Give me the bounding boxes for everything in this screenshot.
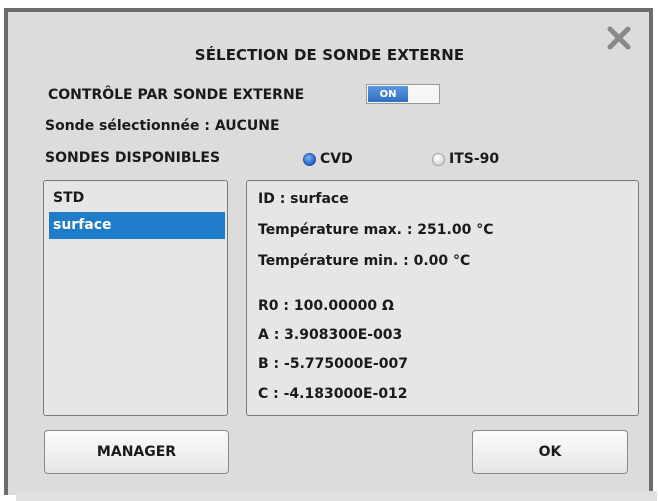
available-probes-label: SONDES DISPONIBLES	[45, 150, 221, 166]
probe-list[interactable]: STD surface	[43, 180, 228, 416]
radio-its90-label: ITS-90	[449, 151, 500, 167]
toggle-on-label: ON	[368, 86, 408, 102]
radio-unselected-icon	[432, 152, 445, 166]
dialog-title: SÉLECTION DE SONDE EXTERNE	[194, 46, 465, 64]
list-item-selected[interactable]: surface	[49, 212, 225, 239]
detail-coef-c: C : -4.183000E-012	[258, 386, 408, 402]
detail-temp-max: Température max. : 251.00 °C	[258, 222, 494, 238]
dialog-bottom-band	[16, 491, 657, 501]
radio-cvd-label: CVD	[320, 151, 353, 167]
probe-details-panel: ID : surface Température max. : 251.00 °…	[246, 180, 639, 416]
detail-id: ID : surface	[258, 191, 349, 207]
detail-temp-min: Température min. : 0.00 °C	[258, 253, 471, 269]
radio-selected-icon	[303, 152, 316, 166]
external-control-label: CONTRÔLE PAR SONDE EXTERNE	[48, 87, 305, 103]
detail-r0: R0 : 100.00000 Ω	[258, 298, 394, 314]
radio-its90[interactable]: ITS-90	[432, 150, 499, 168]
detail-coef-b: B : -5.775000E-007	[258, 356, 408, 372]
radio-cvd[interactable]: CVD	[303, 150, 353, 168]
detail-coef-a: A : 3.908300E-003	[258, 327, 403, 343]
manager-button[interactable]: MANAGER	[44, 430, 229, 474]
external-control-toggle[interactable]: ON	[366, 84, 440, 104]
ok-button[interactable]: OK	[472, 430, 628, 474]
list-item[interactable]: STD	[49, 185, 225, 212]
selected-probe-text: Sonde sélectionnée : AUCUNE	[45, 118, 280, 134]
